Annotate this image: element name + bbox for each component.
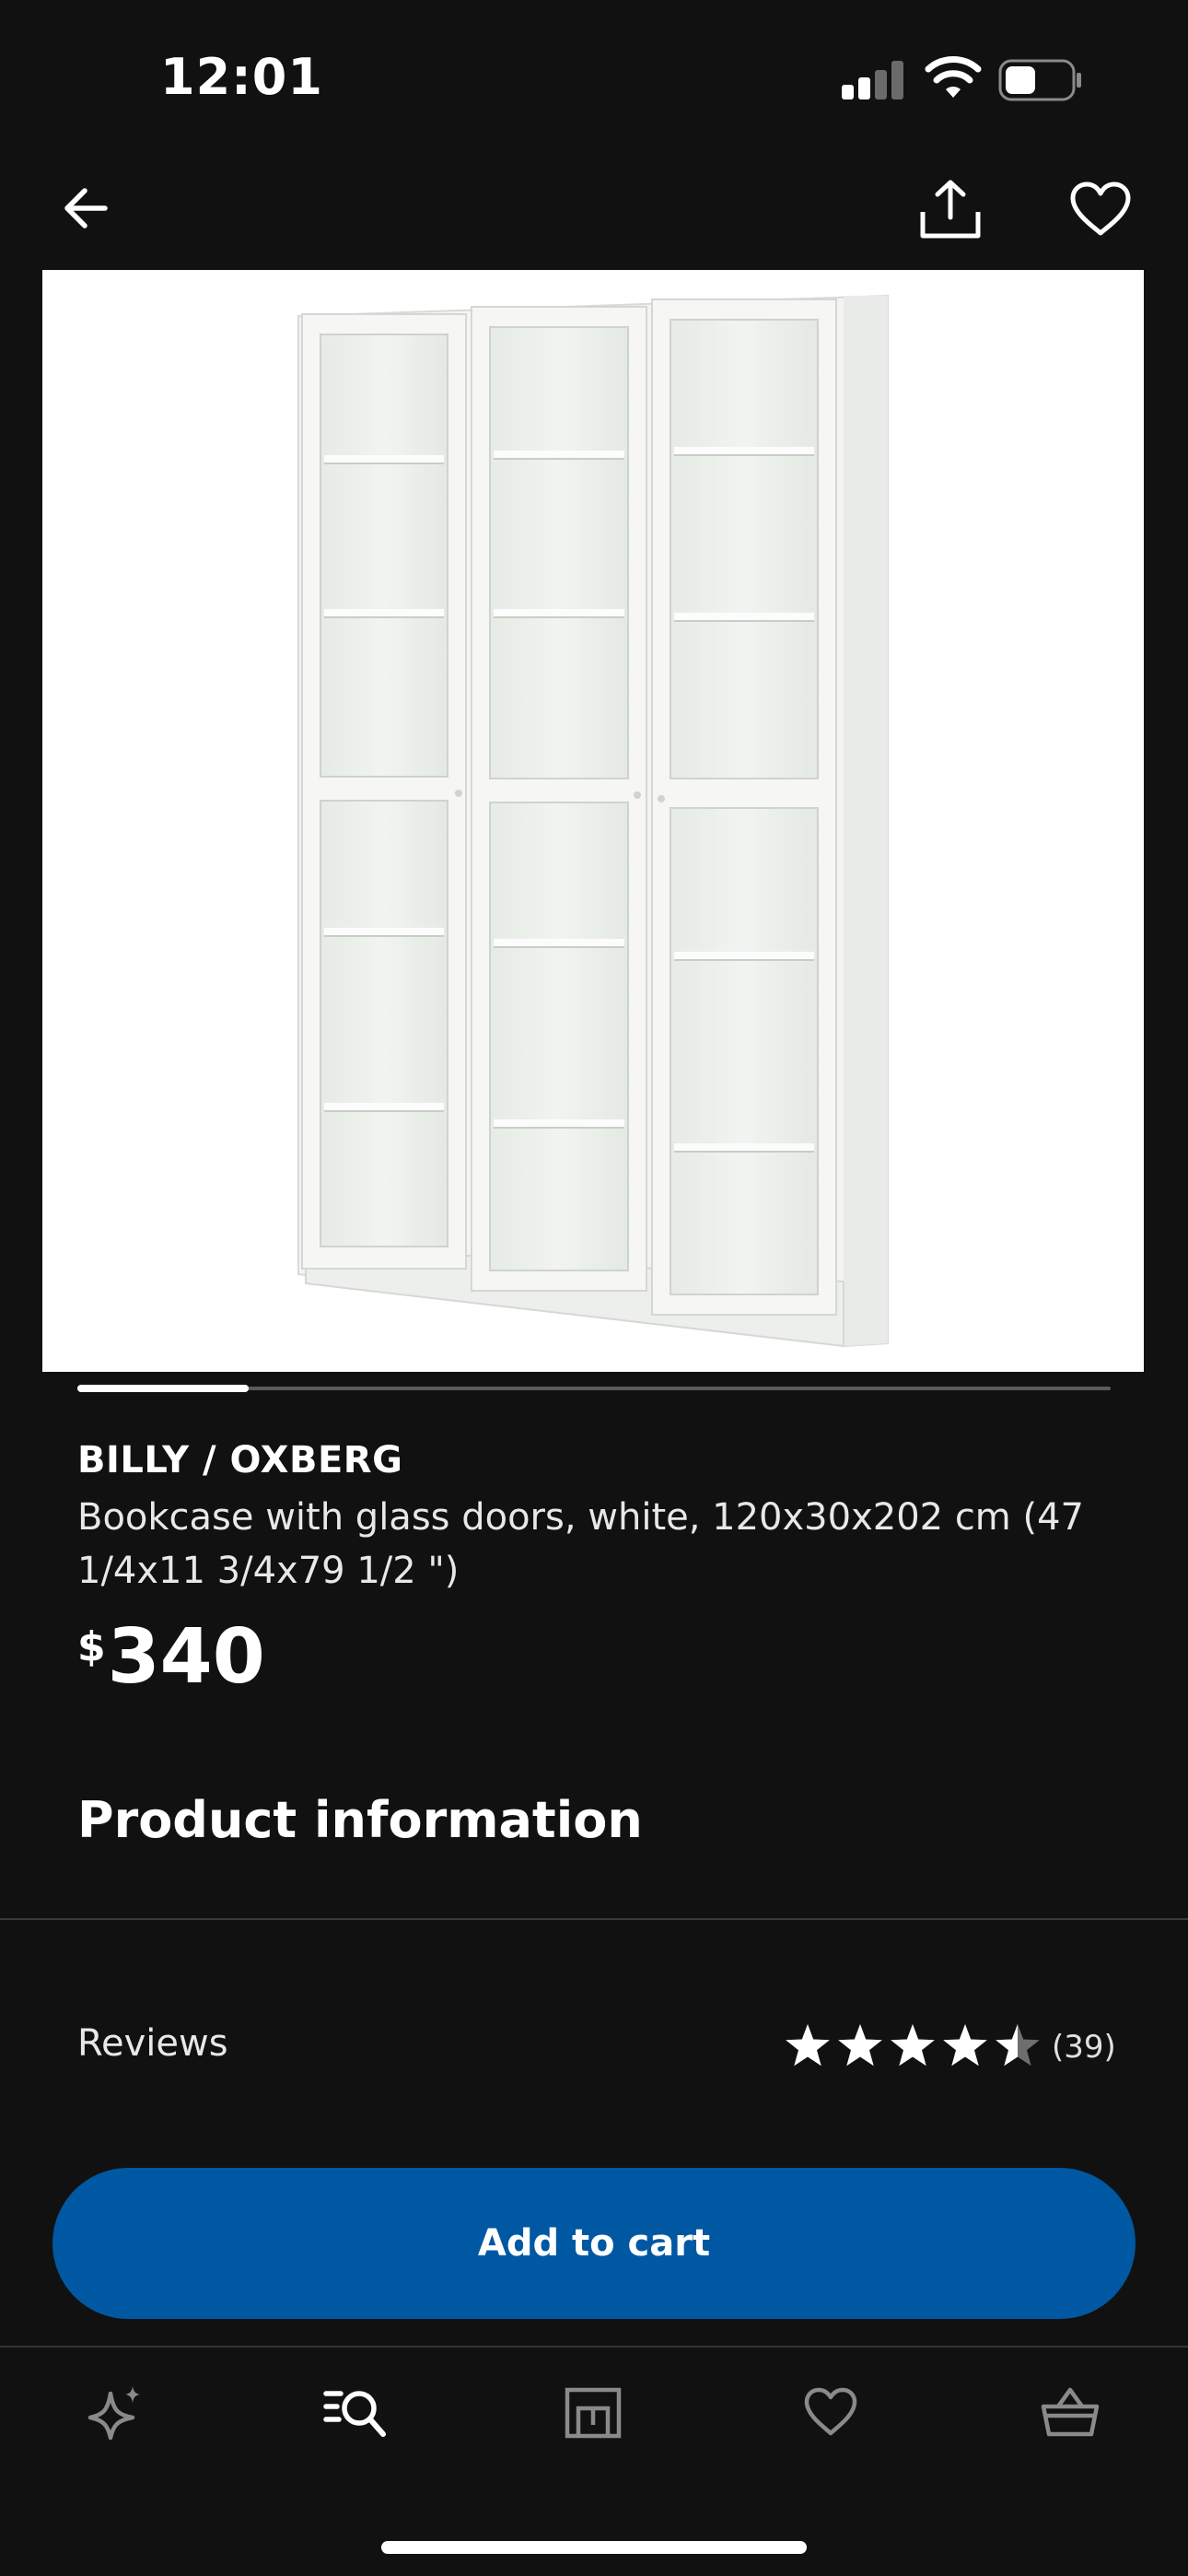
add-to-cart-button[interactable]: Add to cart	[52, 2168, 1136, 2319]
divider	[0, 1918, 1188, 1920]
wifi-icon	[925, 56, 982, 98]
back-button[interactable]	[59, 181, 114, 236]
tab-sparkle[interactable]	[79, 2379, 153, 2445]
bookcase-image	[297, 294, 889, 1348]
tab-search[interactable]	[319, 2379, 392, 2445]
home-indicator	[381, 2541, 807, 2554]
store-icon	[565, 2387, 622, 2439]
product-description: Bookcase with glass doors, white, 120x30…	[77, 1496, 1084, 1592]
star-filled-icon	[838, 2024, 882, 2067]
share-button[interactable]	[917, 177, 984, 241]
tab-store[interactable]	[556, 2379, 630, 2445]
battery-icon	[998, 59, 1081, 101]
status-time: 12:01	[160, 48, 323, 106]
star-filled-icon	[943, 2024, 987, 2067]
star-filled-icon	[786, 2024, 830, 2067]
star-filled-icon	[891, 2024, 935, 2067]
tab-cart[interactable]	[1033, 2379, 1107, 2445]
heart-icon	[1070, 181, 1131, 236]
back-arrow-icon	[64, 188, 108, 228]
carousel-progress-fill	[77, 1385, 249, 1392]
price-currency: $	[77, 1623, 106, 1670]
product-image[interactable]	[42, 270, 1144, 1372]
share-icon	[920, 180, 981, 239]
star-rating[interactable]	[785, 2021, 1041, 2073]
product-name: BILLY / OXBERG	[77, 1439, 403, 1481]
signal-icon	[842, 61, 903, 100]
price-amount: 340	[107, 1613, 265, 1701]
product-information-link[interactable]: Product information	[77, 1791, 643, 1849]
favorite-button[interactable]	[1068, 181, 1133, 238]
sparkle-icon	[87, 2386, 140, 2441]
search-icon	[323, 2391, 386, 2437]
tabbar-divider	[0, 2346, 1188, 2348]
reviews-label[interactable]: Reviews	[77, 2022, 228, 2065]
basket-icon	[1041, 2387, 1100, 2437]
review-count[interactable]: (39)	[1052, 2029, 1116, 2066]
heart-icon	[804, 2387, 857, 2436]
price: $ 340	[77, 1616, 265, 1699]
tab-favorites[interactable]	[794, 2379, 868, 2445]
